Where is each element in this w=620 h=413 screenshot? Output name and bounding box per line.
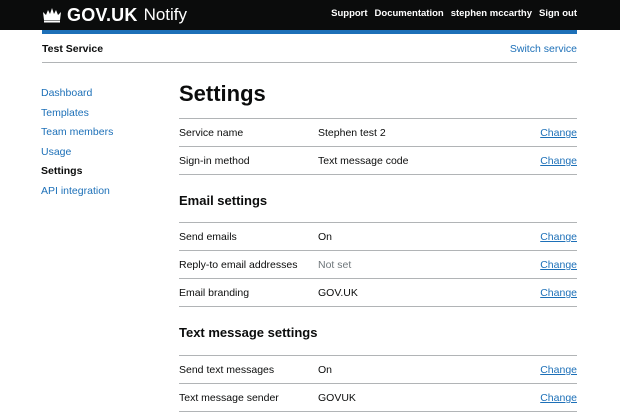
top-header: GOV.UK Notify Support Documentation step…: [0, 0, 620, 30]
change-send-text-messages-link[interactable]: Change: [540, 364, 577, 376]
general-settings-list: Service name Stephen test 2 Change Sign-…: [179, 118, 577, 175]
change-service-name-link[interactable]: Change: [540, 127, 577, 139]
user-account-link[interactable]: stephen mccarthy: [451, 8, 532, 19]
sign-out-link[interactable]: Sign out: [539, 8, 577, 19]
sidebar-item-dashboard[interactable]: Dashboard: [41, 84, 161, 104]
settings-row: Send text messages On Change: [179, 355, 577, 383]
settings-row: Send emails On Change: [179, 222, 577, 250]
setting-value: Not set: [318, 259, 352, 271]
header-nav: Support Documentation stephen mccarthy S…: [331, 8, 577, 19]
switch-service-link[interactable]: Switch service: [510, 43, 577, 55]
setting-key: Send emails: [179, 231, 237, 243]
change-text-message-sender-link[interactable]: Change: [540, 392, 577, 404]
govuk-home-link[interactable]: GOV.UK Notify: [42, 4, 187, 26]
email-settings-list: Send emails On Change Reply-to email add…: [179, 222, 577, 307]
sidebar-item-team-members[interactable]: Team members: [41, 123, 161, 143]
text-message-settings-heading: Text message settings: [179, 325, 318, 340]
setting-key: Text message sender: [179, 392, 279, 404]
setting-value: On: [318, 364, 333, 376]
settings-row: Email branding GOV.UK Change: [179, 278, 577, 307]
sidebar-nav: Dashboard Templates Team members Usage S…: [41, 84, 161, 201]
sidebar-item-usage[interactable]: Usage: [41, 143, 161, 163]
settings-row: Sign-in method Text message code Change: [179, 146, 577, 175]
change-sign-in-method-link[interactable]: Change: [540, 155, 577, 167]
settings-row: Text message sender GOVUK Change: [179, 383, 577, 412]
setting-value: GOVUK: [318, 392, 356, 404]
setting-key: Sign-in method: [179, 155, 250, 167]
change-reply-to-link[interactable]: Change: [540, 259, 577, 271]
brand-logo-text: GOV.UK: [67, 4, 138, 25]
settings-row: Reply-to email addresses Not set Change: [179, 250, 577, 278]
setting-value: Stephen test 2: [318, 127, 386, 139]
sidebar-item-settings[interactable]: Settings: [41, 162, 161, 182]
change-send-emails-link[interactable]: Change: [540, 231, 577, 243]
service-bar: Test Service Switch service: [42, 34, 577, 63]
setting-key: Reply-to email addresses: [179, 259, 298, 271]
support-link[interactable]: Support: [331, 8, 367, 19]
sidebar-item-templates[interactable]: Templates: [41, 104, 161, 124]
sidebar-item-api-integration[interactable]: API integration: [41, 182, 161, 202]
documentation-link[interactable]: Documentation: [375, 8, 444, 19]
email-settings-heading: Email settings: [179, 193, 268, 208]
setting-key: Send text messages: [179, 364, 275, 376]
crown-icon: [43, 8, 61, 23]
page-title: Settings: [179, 81, 266, 106]
setting-value: On: [318, 231, 333, 243]
setting-value: GOV.UK: [318, 287, 358, 299]
setting-key: Service name: [179, 127, 244, 139]
change-email-branding-link[interactable]: Change: [540, 287, 577, 299]
text-message-settings-list: Send text messages On Change Text messag…: [179, 355, 577, 412]
settings-row: Service name Stephen test 2 Change: [179, 118, 577, 146]
current-service-name: Test Service: [42, 43, 104, 55]
setting-key: Email branding: [179, 287, 250, 299]
setting-value: Text message code: [318, 155, 409, 167]
app-name: Notify: [143, 5, 188, 24]
